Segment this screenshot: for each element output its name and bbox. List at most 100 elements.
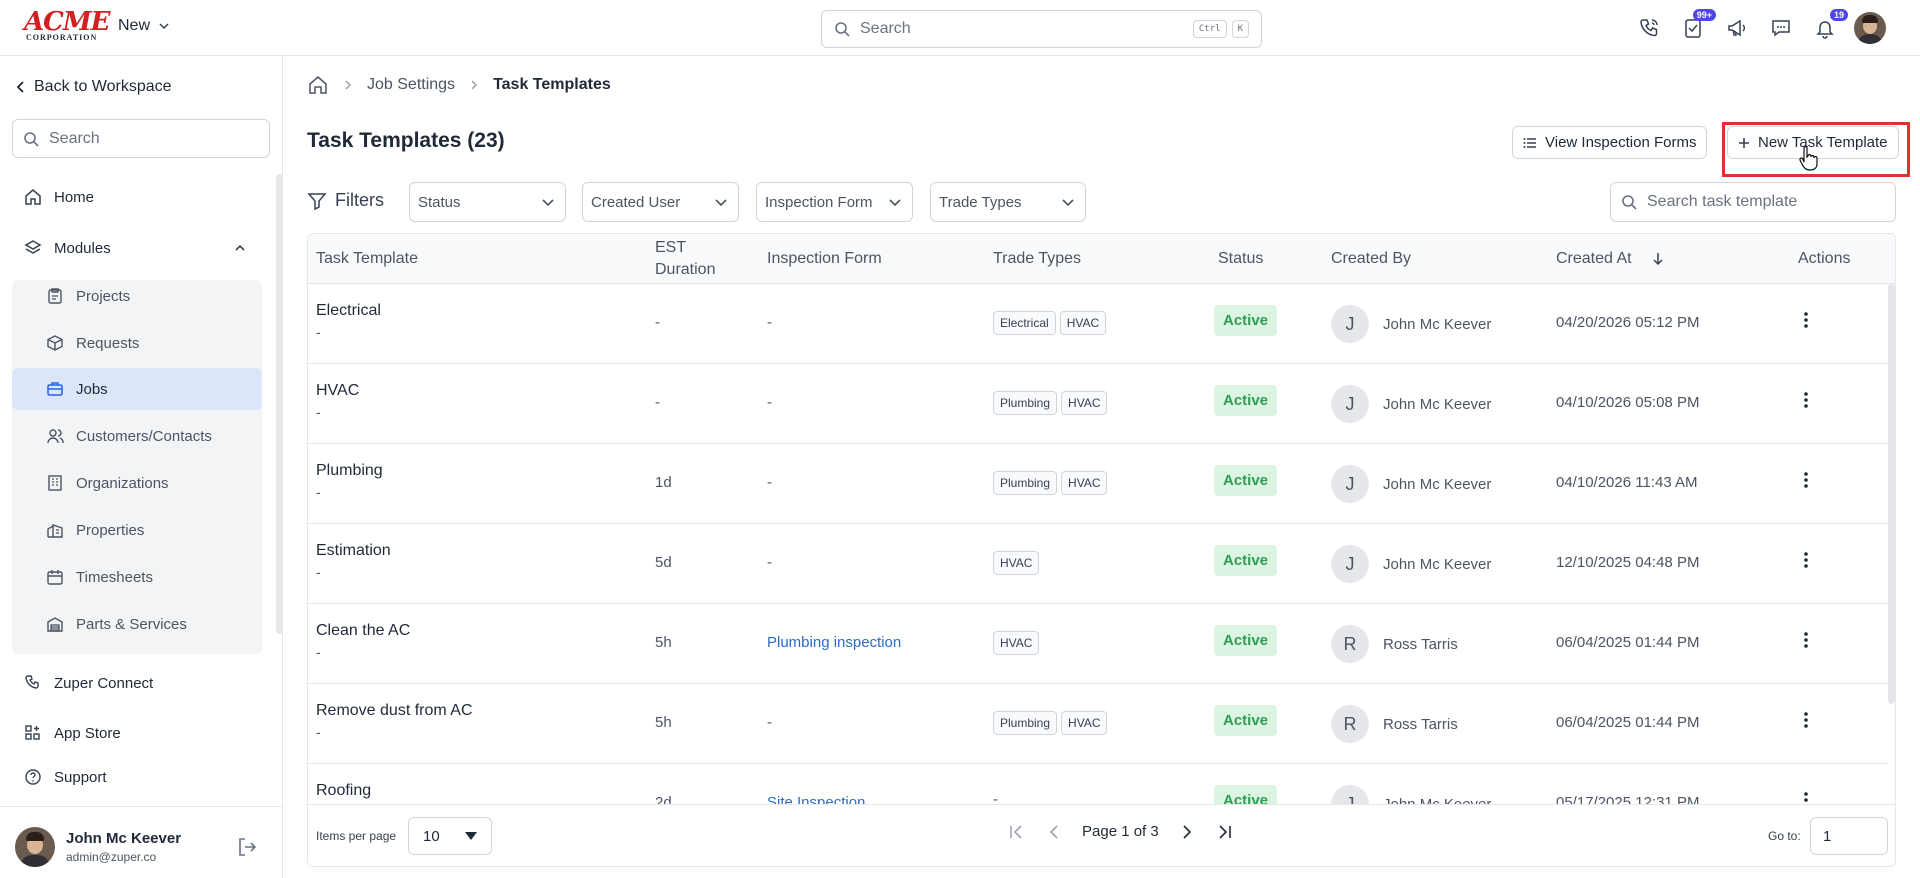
created-user-filter-dropdown[interactable]: Created User [582, 182, 739, 222]
table-row[interactable]: Electrical - - - Electrical HVAC Active J John M… [308, 284, 1888, 364]
header-status[interactable]: Status [1218, 234, 1263, 284]
row-actions-button[interactable] [1796, 710, 1816, 730]
trade-types-filter-dropdown[interactable]: Trade Types [930, 182, 1086, 222]
table-row[interactable]: Plumbing -1d - Plumbing HVAC Active J John Mc K… [308, 444, 1888, 524]
search-icon [1622, 195, 1637, 210]
new-menu-button[interactable]: New [118, 17, 170, 35]
sidebar-item-app-store[interactable]: App Store [24, 724, 121, 742]
task-template-search-input[interactable]: Search task template [1610, 182, 1896, 222]
avatar[interactable] [15, 827, 55, 867]
task-template-name[interactable]: Plumbing [316, 462, 383, 480]
header-task-template[interactable]: Task Template [316, 234, 418, 284]
created-at: 04/10/2026 05:08 PM [1556, 394, 1700, 411]
header-actions: Actions [1798, 250, 1851, 267]
row-actions-button[interactable] [1796, 310, 1816, 330]
task-template-name[interactable]: HVAC [316, 382, 359, 400]
sidebar-item-jobs[interactable]: Jobs [12, 368, 262, 410]
global-search-placeholder: Search [860, 20, 911, 37]
next-page-icon[interactable] [1181, 824, 1193, 840]
row-actions-button[interactable] [1796, 470, 1816, 490]
new-menu-label: New [118, 17, 151, 34]
sidebar-item-label: Zuper Connect [54, 674, 154, 692]
table-row[interactable]: HVAC - - - Plumbing HVAC Active J John Mc Keever… [308, 364, 1888, 444]
phone-icon[interactable] [1634, 13, 1664, 43]
row-actions-button[interactable] [1796, 630, 1816, 650]
sidebar-item-modules[interactable]: Modules [24, 239, 248, 257]
header-inspection-form[interactable]: Inspection Form [767, 234, 882, 284]
est-duration: - [655, 314, 660, 331]
table-row[interactable]: Remove dust from AC - 5h - Plumbing HVAC Activ… [308, 684, 1888, 764]
status-badge: Active [1214, 385, 1278, 416]
sidebar-item-requests[interactable]: Requests [12, 322, 262, 364]
table-row[interactable]: Estimation - 5d - HVAC Active J John Mc Keever 1… [308, 524, 1888, 604]
header-est-duration[interactable]: EST Duration [655, 234, 715, 284]
home-icon[interactable] [307, 74, 329, 96]
back-to-workspace-link[interactable]: Back to Workspace [16, 78, 172, 96]
top-bar: ACME CORPORATION New Search Ctrl K 99+ 1… [0, 0, 1920, 56]
inspection-form[interactable]: Plumbing inspection [767, 634, 901, 651]
megaphone-icon[interactable] [1722, 13, 1752, 43]
warehouse-icon [47, 617, 63, 632]
view-inspection-forms-button[interactable]: View Inspection Forms [1512, 126, 1708, 159]
task-template-name[interactable]: Roofing [316, 782, 371, 800]
tasks-badge: 99+ [1692, 9, 1716, 21]
sidebar-item-support[interactable]: Support [24, 768, 107, 786]
row-actions-button[interactable] [1796, 550, 1816, 570]
table-scrollbar[interactable] [1888, 284, 1895, 704]
inspection-form-filter-dropdown[interactable]: Inspection Form [756, 182, 913, 222]
users-icon [47, 429, 64, 444]
status-filter-dropdown[interactable]: Status [409, 182, 566, 222]
trade-type-chip: HVAC [993, 631, 1040, 655]
back-label: Back to Workspace [34, 78, 172, 95]
table-row[interactable]: Clean the AC - 5h Plumbing inspection HVAC Ac… [308, 604, 1888, 684]
items-per-page-select[interactable]: 10 [408, 817, 492, 855]
task-templates-table: Task Template EST Duration Inspection Fo… [307, 233, 1896, 867]
goto-page-input[interactable]: 1 [1810, 817, 1888, 855]
chat-icon[interactable] [1766, 13, 1796, 43]
header-created-by[interactable]: Created By [1331, 234, 1411, 284]
tasks-icon[interactable]: 99+ [1678, 9, 1716, 43]
chevron-down-icon [889, 199, 901, 207]
acme-logo[interactable]: ACME CORPORATION [24, 9, 110, 42]
first-page-icon[interactable] [1008, 824, 1026, 840]
current-user-panel: John Mc Keever admin@zuper.co [0, 806, 283, 878]
trade-types: Plumbing HVAC [993, 711, 1111, 735]
sidebar-item-projects[interactable]: Projects [12, 275, 262, 317]
status-filter-label: Status [418, 193, 461, 211]
sidebar-item-properties[interactable]: Properties [12, 509, 262, 551]
task-template-name[interactable]: Remove dust from AC [316, 702, 473, 720]
header-created-at[interactable]: Created At [1556, 234, 1664, 284]
sidebar-search-input[interactable]: Search [12, 119, 270, 158]
items-per-page-label: Items per page [316, 829, 397, 843]
sidebar-item-parts-services[interactable]: Parts & Services [12, 603, 262, 645]
est-duration: 1d [655, 474, 672, 491]
layers-icon [24, 240, 42, 254]
task-template-name[interactable]: Electrical [316, 302, 381, 320]
logout-icon[interactable] [236, 836, 258, 858]
row-actions-button[interactable] [1796, 390, 1816, 410]
created-by: R Ross Tarris [1331, 705, 1458, 743]
sidebar-scrollbar[interactable] [276, 174, 283, 634]
sidebar-item-home[interactable]: Home [24, 188, 94, 206]
global-search-input[interactable]: Search Ctrl K [821, 10, 1262, 48]
last-page-icon[interactable] [1215, 824, 1233, 840]
breadcrumb-job-settings[interactable]: Job Settings [367, 76, 455, 94]
phone-icon [25, 675, 39, 689]
task-template-name[interactable]: Estimation [316, 542, 391, 560]
chevron-left-icon [16, 81, 24, 93]
prev-page-icon[interactable] [1048, 824, 1060, 840]
trade-types-filter-label: Trade Types [939, 193, 1022, 211]
user-avatar[interactable] [1854, 12, 1886, 44]
sidebar-item-customers-contacts[interactable]: Customers/Contacts [12, 415, 262, 457]
header-trade-types[interactable]: Trade Types [993, 234, 1081, 284]
sidebar-item-organizations[interactable]: Organizations [12, 462, 262, 504]
created-by-name: John Mc Keever [1383, 555, 1492, 573]
search-icon [24, 131, 39, 147]
est-duration: 5h [655, 714, 672, 731]
sidebar-item-zuper-connect[interactable]: Zuper Connect [24, 674, 153, 692]
sidebar-item-timesheets[interactable]: Timesheets [12, 556, 262, 598]
trade-type-chip: Electrical [993, 311, 1056, 335]
bell-icon[interactable]: 19 [1810, 9, 1848, 43]
trade-type-chip: HVAC [1061, 711, 1108, 735]
task-template-name[interactable]: Clean the AC [316, 622, 410, 640]
